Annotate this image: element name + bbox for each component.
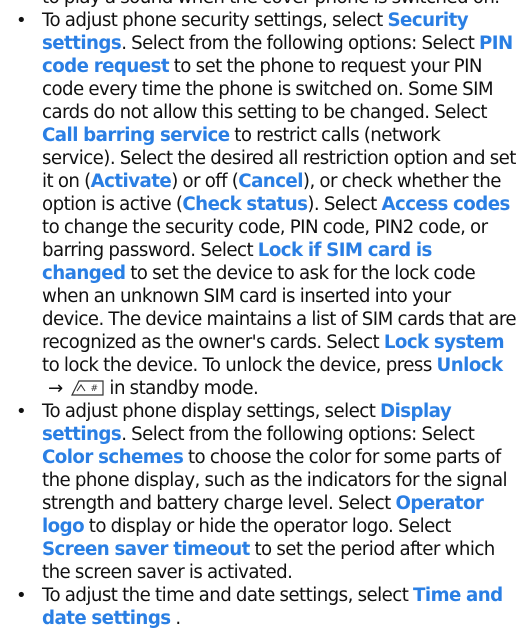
keyword-unlock: Unlock [436, 355, 504, 376]
text-span: to display or hide the operator logo. Se… [84, 516, 452, 537]
previous-item-tail: to play a sound when the cover phone is … [0, 0, 527, 9]
key-hash-icon: # [69, 377, 105, 397]
keyword-activate: Activate [90, 171, 172, 192]
manual-page: to play a sound when the cover phone is … [0, 0, 527, 630]
text-span: To adjust phone display settings, select [42, 401, 381, 422]
keyword-screen-saver-timeout: Screen saver timeout [42, 539, 250, 560]
keyword-color-schemes: Color schemes [42, 447, 184, 468]
text-span: to lock the device. To unlock the device… [42, 355, 437, 376]
settings-list: To adjust phone security settings, selec… [0, 9, 527, 630]
arrow-right-icon: → [48, 378, 63, 399]
keyword-call-barring-service: Call barring service [42, 125, 230, 146]
text-span: To adjust the time and date settings, se… [42, 585, 414, 606]
text-span: . Select from the following options: Sel… [121, 33, 480, 54]
text-span: in standby mode. [104, 378, 259, 399]
keyword-check-status: Check status [182, 194, 308, 215]
keyword-access-codes: Access codes [381, 194, 510, 215]
list-item-security: To adjust phone security settings, selec… [0, 9, 527, 400]
keyword-lock-system: Lock system [383, 332, 505, 353]
text-span: To adjust phone security settings, selec… [42, 10, 388, 31]
text-span: ) or off ( [171, 171, 239, 192]
keyword-cancel: Cancel [238, 171, 303, 192]
list-item-time-date: To adjust the time and date settings, se… [0, 584, 527, 630]
key-hash-label: # [90, 384, 97, 394]
text-span: . [170, 608, 181, 629]
text-span: . Select from the following options: Sel… [121, 424, 475, 445]
list-item-display: To adjust phone display settings, select… [0, 400, 527, 584]
text-span: ). Select [307, 194, 382, 215]
